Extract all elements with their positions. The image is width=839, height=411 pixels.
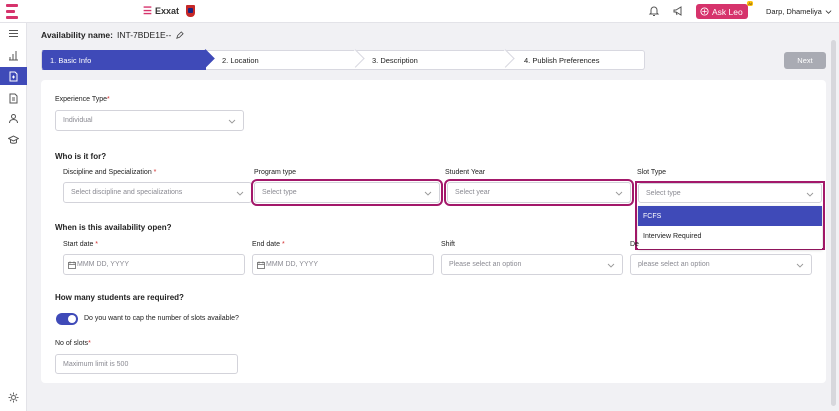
cap-slots-label: Do you want to cap the number of slots a… [84, 315, 239, 322]
vertical-scrollbar[interactable] [831, 40, 836, 406]
chevron-down-icon [607, 263, 615, 268]
chevron-down-icon [796, 263, 804, 268]
bell-icon[interactable] [648, 5, 660, 17]
calendar-icon [257, 261, 265, 269]
megaphone-icon[interactable] [672, 5, 684, 17]
discipline-label: Discipline and Specialization * [63, 169, 157, 176]
graduation-cap-icon[interactable] [0, 130, 27, 148]
when-section-title: When is this availability open? [55, 223, 172, 232]
students-section-title: How many students are required? [55, 293, 184, 302]
chevron-down-icon [236, 191, 244, 196]
step-label: 2. Location [222, 55, 259, 65]
end-date-placeholder: MMM DD, YYYY [266, 261, 318, 268]
who-section-title: Who is it for? [55, 152, 107, 161]
step-location[interactable]: 2. Location [206, 49, 365, 70]
document-icon[interactable] [0, 89, 27, 107]
document-active-icon[interactable] [0, 67, 27, 85]
ask-leo-label: Ask Leo [712, 6, 743, 17]
chevron-down-icon [228, 119, 236, 124]
user-name: Darp, Dhameliya [766, 7, 822, 16]
school-shield-icon [186, 5, 195, 17]
discipline-select[interactable]: Select discipline and specializations [63, 182, 252, 203]
step-basic-info[interactable]: 1. Basic Info [41, 49, 215, 70]
end-date-label: End date * [252, 241, 285, 248]
pencil-icon[interactable] [175, 30, 184, 40]
program-type-label: Program type [254, 169, 297, 176]
people-icon[interactable] [0, 109, 27, 127]
student-year-select[interactable]: Select year [444, 179, 634, 206]
next-button[interactable]: Next [784, 52, 826, 69]
slot-option-interview-required[interactable]: Interview Required [638, 226, 822, 246]
calendar-icon [68, 261, 76, 269]
cap-slots-toggle[interactable] [56, 313, 78, 325]
ai-badge: AI [747, 1, 753, 6]
brand-name: Exxat [154, 6, 179, 16]
slot-type-select[interactable]: Select type [638, 183, 822, 203]
chevron-down-icon [615, 191, 623, 196]
slot-type-dropdown: FCFS Interview Required [638, 206, 822, 249]
chevron-down-icon [424, 191, 432, 196]
no-of-slots-placeholder: Maximum limit is 500 [63, 360, 129, 368]
start-date-input[interactable]: MMM DD, YYYY [63, 254, 245, 275]
user-menu[interactable]: Darp, Dhameliya [766, 7, 832, 16]
step-label: 1. Basic Info [50, 55, 92, 65]
experience-type-select[interactable]: Individual [55, 110, 244, 131]
discipline-placeholder: Select discipline and specializations [71, 189, 183, 196]
stepper: 1. Basic Info 2. Location 3. Description… [41, 49, 645, 70]
student-year-placeholder: Select year [455, 189, 491, 196]
shift-placeholder: Please select an option [449, 261, 522, 268]
ask-leo-button[interactable]: Ask Leo AI [696, 1, 753, 19]
chart-icon[interactable] [0, 46, 27, 64]
chevron-down-icon [806, 192, 814, 197]
sparkle-icon [700, 7, 709, 16]
experience-type-label: Experience Type* [55, 96, 110, 103]
menu-icon[interactable] [0, 24, 27, 42]
experience-type-value: Individual [63, 117, 93, 124]
step-label: 4. Publish Preferences [524, 55, 600, 65]
student-year-label: Student Year [445, 169, 486, 176]
slot-type-placeholder: Select type [646, 189, 681, 197]
shift-select[interactable]: Please select an option [441, 254, 623, 275]
program-type-select[interactable]: Select type [251, 179, 443, 206]
shift-label: Shift [441, 241, 456, 248]
top-bar: ☰ Exxat Ask Leo AI Darp, Dhameliya [0, 0, 839, 23]
no-of-slots-input[interactable]: Maximum limit is 500 [55, 354, 238, 374]
program-type-placeholder: Select type [262, 189, 297, 196]
start-date-placeholder: MMM DD, YYYY [77, 261, 129, 268]
step-description[interactable]: 3. Description [356, 49, 515, 70]
fourth-column-placeholder: please select an option [638, 261, 710, 268]
no-of-slots-label: No of slots* [55, 340, 91, 347]
step-label: 3. Description [372, 55, 418, 65]
fourth-column-select[interactable]: please select an option [630, 254, 812, 275]
availability-value: INT-7BDE1E-- [116, 30, 172, 40]
slot-option-fcfs[interactable]: FCFS [638, 206, 822, 226]
exxat-logo-icon: ☰ [143, 5, 152, 17]
step-publish-preferences[interactable]: 4. Publish Preferences [506, 50, 645, 70]
app-logo-icon[interactable] [6, 4, 18, 19]
chevron-down-icon [825, 10, 832, 14]
start-date-label: Start date * [63, 241, 99, 248]
end-date-input[interactable]: MMM DD, YYYY [252, 254, 434, 275]
brand-logo: ☰ Exxat [143, 5, 195, 17]
availability-name: Availability name: INT-7BDE1E-- [41, 30, 184, 40]
availability-label: Availability name: [41, 30, 113, 40]
slot-type-label: Slot Type [637, 169, 667, 176]
sidebar [0, 23, 27, 411]
settings-gear-icon[interactable] [8, 392, 19, 403]
fourth-column-label: De [630, 241, 639, 248]
